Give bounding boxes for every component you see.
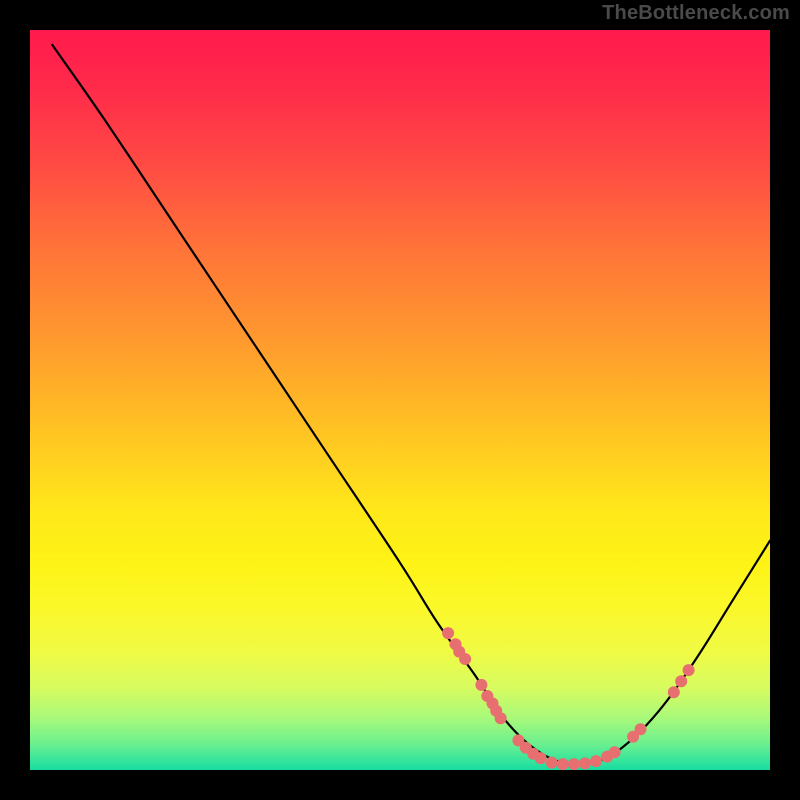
curve-marker: [495, 712, 507, 724]
curve-marker: [579, 757, 591, 769]
curve-marker: [668, 686, 680, 698]
curve-svg: [30, 30, 770, 770]
bottleneck-curve: [52, 45, 770, 765]
curve-markers: [442, 627, 694, 770]
curve-marker: [459, 653, 471, 665]
curve-marker: [546, 757, 558, 769]
curve-marker: [442, 627, 454, 639]
curve-marker: [683, 664, 695, 676]
chart-frame: TheBottleneck.com: [0, 0, 800, 800]
plot-area: [30, 30, 770, 770]
attribution-text: TheBottleneck.com: [602, 2, 790, 25]
curve-marker: [557, 758, 569, 770]
curve-marker: [535, 752, 547, 764]
curve-marker: [590, 755, 602, 767]
curve-marker: [609, 746, 621, 758]
curve-marker: [635, 723, 647, 735]
curve-marker: [475, 679, 487, 691]
curve-marker: [675, 675, 687, 687]
curve-marker: [568, 758, 580, 770]
